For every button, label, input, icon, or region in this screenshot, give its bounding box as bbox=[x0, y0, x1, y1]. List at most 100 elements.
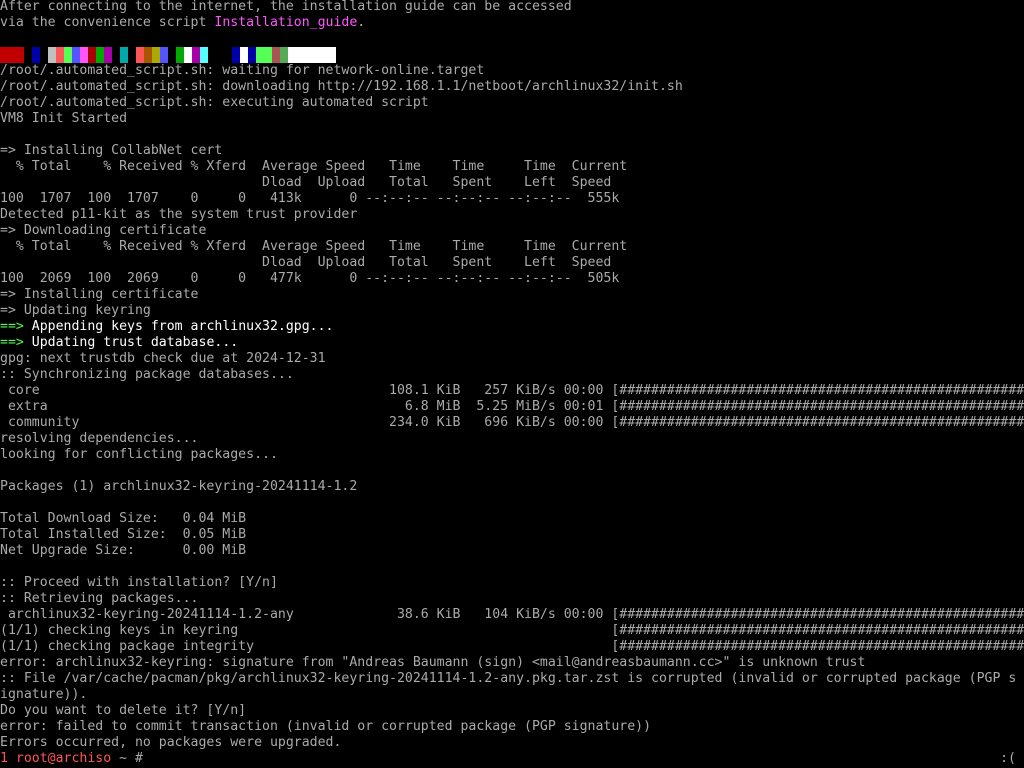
color-block bbox=[256, 47, 264, 63]
log-line: ==> Appending keys from archlinux32.gpg.… bbox=[0, 319, 1024, 335]
log-line: => Installing certificate bbox=[0, 287, 199, 302]
color-block bbox=[264, 47, 272, 63]
curl-progress: 100 2069 100 2069 0 0 477k 0 --:--:-- --… bbox=[0, 271, 620, 286]
color-block bbox=[200, 47, 208, 63]
error-line: error: archlinux32-keyring: signature fr… bbox=[0, 655, 866, 670]
pacman-progress: community 234.0 KiB 696 KiB/s 00:00 [###… bbox=[0, 415, 1024, 430]
prompt-path: ~ # bbox=[111, 751, 143, 766]
log-line: :: Synchronizing package databases... bbox=[0, 367, 294, 382]
color-block bbox=[168, 47, 176, 63]
intro-line-2-suffix: . bbox=[357, 15, 366, 30]
intro-line-2-prefix: via the convenience script bbox=[0, 15, 215, 30]
color-block bbox=[24, 47, 32, 63]
color-block bbox=[208, 47, 216, 63]
color-block bbox=[160, 47, 168, 63]
log-line: Total Installed Size: 0.05 MiB bbox=[0, 527, 247, 542]
color-block bbox=[176, 47, 184, 63]
log-line: looking for conflicting packages... bbox=[0, 447, 278, 462]
color-block bbox=[16, 47, 24, 63]
log-line: :: File /var/cache/pacman/pkg/archlinux3… bbox=[0, 671, 1017, 686]
pacman-progress: archlinux32-keyring-20241114-1.2-any 38.… bbox=[0, 607, 1024, 622]
color-block bbox=[240, 47, 248, 63]
color-block bbox=[216, 47, 224, 63]
color-block bbox=[272, 47, 280, 63]
color-block bbox=[0, 47, 8, 63]
pacman-progress: (1/1) checking package integrity [######… bbox=[0, 639, 1024, 654]
log-line: :: Proceed with installation? [Y/n] bbox=[0, 575, 278, 590]
color-block bbox=[128, 47, 136, 63]
curl-header: Dload Upload Total Spent Left Speed bbox=[0, 255, 612, 270]
color-block bbox=[56, 47, 64, 63]
color-block bbox=[192, 47, 200, 63]
color-test-blocks bbox=[0, 47, 1024, 63]
log-line: Total Download Size: 0.04 MiB bbox=[0, 511, 247, 526]
color-block bbox=[296, 47, 304, 63]
color-block bbox=[280, 47, 288, 63]
log-line: Packages (1) archlinux32-keyring-2024111… bbox=[0, 479, 358, 494]
log-line: Do you want to delete it? [Y/n] bbox=[0, 703, 247, 718]
color-block bbox=[120, 47, 128, 63]
status-indicator: :( bbox=[1000, 751, 1016, 766]
color-block bbox=[248, 47, 256, 63]
log-line: :: Retrieving packages... bbox=[0, 591, 199, 606]
color-block bbox=[8, 47, 16, 63]
log-line: ignature)). bbox=[0, 687, 88, 702]
color-block bbox=[152, 47, 160, 63]
terminal-screen[interactable]: After connecting to the internet, the in… bbox=[0, 0, 1024, 768]
exit-code: 1 bbox=[0, 751, 8, 766]
color-block bbox=[112, 47, 120, 63]
curl-header: Dload Upload Total Spent Left Speed bbox=[0, 175, 612, 190]
color-block bbox=[48, 47, 56, 63]
color-block bbox=[312, 47, 320, 63]
log-line: => Updating keyring bbox=[0, 303, 151, 318]
color-block bbox=[304, 47, 312, 63]
log-line: /root/.automated_script.sh: waiting for … bbox=[0, 63, 485, 78]
log-line: ==> Updating trust database... bbox=[0, 335, 1024, 351]
color-block bbox=[104, 47, 112, 63]
color-block bbox=[40, 47, 48, 63]
color-block bbox=[136, 47, 144, 63]
pacman-progress: extra 6.8 MiB 5.25 MiB/s 00:01 [########… bbox=[0, 399, 1024, 414]
color-block bbox=[96, 47, 104, 63]
curl-progress: 100 1707 100 1707 0 0 413k 0 --:--:-- --… bbox=[0, 191, 620, 206]
log-line: /root/.automated_script.sh: executing au… bbox=[0, 95, 429, 110]
color-block bbox=[224, 47, 232, 63]
arrow-marker: ==> bbox=[0, 335, 24, 350]
curl-header: % Total % Received % Xferd Average Speed… bbox=[0, 159, 628, 174]
arrow-marker: ==> bbox=[0, 319, 24, 334]
curl-header: % Total % Received % Xferd Average Speed… bbox=[0, 239, 628, 254]
color-block bbox=[72, 47, 80, 63]
color-block bbox=[328, 47, 336, 63]
error-line: error: failed to commit transaction (inv… bbox=[0, 719, 652, 734]
color-block bbox=[320, 47, 328, 63]
user-host: root@archiso bbox=[15, 751, 112, 766]
color-block bbox=[288, 47, 296, 63]
log-line: => Installing CollabNet cert bbox=[0, 143, 223, 158]
log-line: Detected p11-kit as the system trust pro… bbox=[0, 207, 358, 222]
log-text: Updating trust database... bbox=[23, 335, 239, 350]
intro-line-2: via the convenience script Installation_… bbox=[0, 15, 1024, 31]
log-line: resolving dependencies... bbox=[0, 431, 199, 446]
pacman-progress: core 108.1 KiB 257 KiB/s 00:00 [########… bbox=[0, 383, 1024, 398]
pacman-progress: (1/1) checking keys in keyring [########… bbox=[0, 623, 1024, 638]
log-line: Errors occurred, no packages were upgrad… bbox=[0, 735, 342, 750]
intro-line-1: After connecting to the internet, the in… bbox=[0, 0, 572, 14]
installation-guide-link: Installation_guide bbox=[214, 15, 358, 30]
color-block bbox=[80, 47, 88, 63]
color-block bbox=[32, 47, 40, 63]
log-line: Net Upgrade Size: 0.00 MiB bbox=[0, 543, 247, 558]
shell-prompt[interactable]: 1 root@archiso ~ # :( bbox=[0, 751, 1024, 767]
color-block bbox=[232, 47, 240, 63]
color-block bbox=[88, 47, 96, 63]
log-line: gpg: next trustdb check due at 2024-12-3… bbox=[0, 351, 326, 366]
log-text: Appending keys from archlinux32.gpg... bbox=[23, 319, 334, 334]
log-line: VM8 Init Started bbox=[0, 111, 128, 126]
log-line: => Downloading certificate bbox=[0, 223, 207, 238]
color-block bbox=[184, 47, 192, 63]
log-line: /root/.automated_script.sh: downloading … bbox=[0, 79, 683, 94]
